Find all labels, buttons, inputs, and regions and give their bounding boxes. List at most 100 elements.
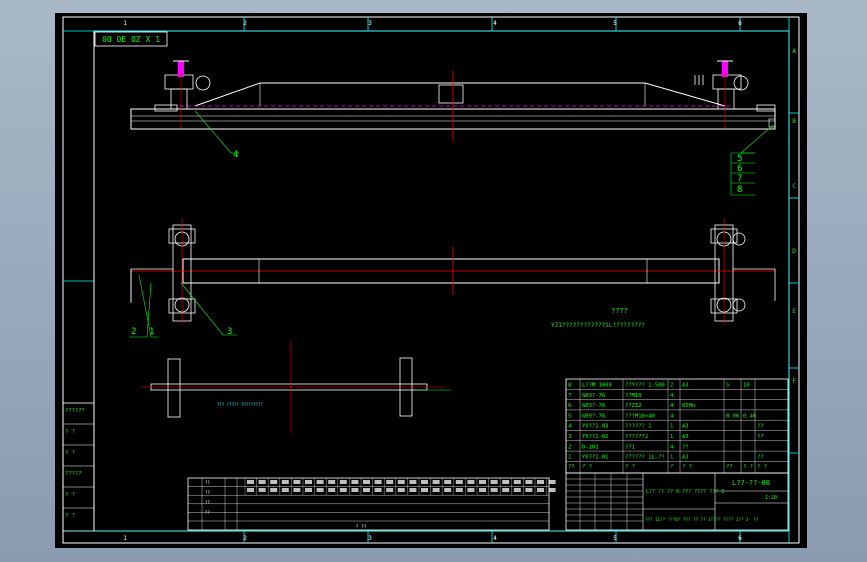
plan-view: [129, 219, 776, 338]
zone-top-5: 5: [613, 20, 617, 27]
drawing-number: L??-??-00: [732, 479, 770, 487]
bom-cell: 7: [568, 393, 571, 399]
bom-cell: ??: [757, 434, 764, 440]
bom-cell: Y0??2-01: [582, 455, 609, 461]
drawing-sheet: 1 2 3 4 5 6 1 2 3 4 5 6 A B C D E F 00 0E 0Z X 1 4 5 6 …: [55, 13, 807, 548]
bom-cell: 2: [670, 383, 673, 389]
balloon-7: 7: [737, 174, 742, 184]
balloon-2: 2: [131, 327, 136, 337]
bom-cell: 4: [568, 424, 572, 430]
balloon-1: 1: [149, 327, 154, 337]
rev-label: ??: [205, 480, 210, 485]
bom-cell: 3: [568, 434, 571, 440]
balloon-6: 6: [737, 164, 742, 174]
cad-drawing: 1 2 3 4 5 6 1 2 3 4 5 6 A B C D E F 00 0E 0Z X 1 4 5 6 …: [62, 16, 800, 544]
bom-cell: 1: [568, 455, 571, 461]
zone-top-6: 6: [738, 20, 742, 27]
zone-side-E: E: [792, 308, 796, 315]
zone-top-2: 2: [243, 20, 247, 27]
bom-cell: 2: [568, 444, 571, 450]
bom-cell: 0.46: [743, 413, 756, 419]
zone-side-A: A: [792, 48, 796, 55]
bom-cell: D-102: [582, 444, 599, 450]
bom-cell: 10: [743, 383, 750, 389]
bom-cell: 65Mn: [682, 403, 695, 409]
left-label: ? ?: [65, 513, 75, 519]
zone-side-C: C: [792, 183, 796, 190]
zone-side-B: B: [792, 118, 796, 125]
left-label: ?????: [65, 471, 82, 477]
zone-top-3: 3: [368, 20, 372, 27]
bom-cell: A3: [682, 424, 689, 430]
bom-cell: ??????2: [625, 434, 648, 440]
bom-cell: 5: [568, 413, 571, 419]
bom-cell: 5: [726, 383, 729, 389]
left-label: ? ?: [65, 492, 75, 498]
title-main: L?? ?? ?? 0 ??? ???? ??? 1: [646, 489, 724, 495]
zone-bottom-6: 6: [738, 535, 742, 542]
bom-cell: 8: [568, 383, 571, 389]
zone-bottom-4: 4: [493, 535, 497, 542]
bom-header: ? ?: [582, 464, 592, 470]
zone-side-F: F: [792, 378, 796, 385]
zone-bottom-5: 5: [613, 535, 617, 542]
zone-bottom-3: 3: [368, 535, 372, 542]
bom-cell: ??M10: [625, 393, 642, 399]
bom-cell: GB9?-76: [582, 403, 605, 409]
bom-header: ? ?: [757, 464, 767, 470]
left-label: ? ?: [65, 450, 75, 456]
left-label: ??????: [65, 408, 85, 414]
zone-top-1: 1: [123, 20, 127, 27]
shaft-detail: [141, 341, 451, 433]
left-label-column: ?????? ? ? ? ?????? ? ? ? ?: [62, 402, 95, 532]
stamp-text: 00 0E 0Z X 1: [102, 35, 160, 44]
rev-bottom: ? ??: [356, 524, 367, 530]
bom-cell: 1: [670, 434, 673, 440]
bom-cell: 4: [670, 403, 674, 409]
title-sub: ??? 1L?? ???0? ??? ?? ?? 1???? ???? 1?? …: [645, 517, 759, 522]
bom-header: ?: [670, 464, 673, 470]
bom-cell: ?????? 1: [625, 424, 652, 430]
rev-label: ??: [205, 500, 210, 505]
balloon-8: 8: [737, 185, 742, 195]
balloon-4: 4: [233, 150, 238, 160]
bom-cell: GB9?-76: [582, 393, 605, 399]
bom-cell: 4: [670, 413, 674, 419]
zone-bottom-2: 2: [243, 535, 247, 542]
bom-cell: Y0??2-02: [582, 434, 609, 440]
bom-cell: ??Y??? 1:500: [625, 383, 665, 389]
bom-cell: ??: [757, 455, 764, 461]
bom-cell: 6: [568, 403, 571, 409]
bom-cell: GB9?-76: [582, 413, 605, 419]
zone-side-D: D: [792, 248, 796, 255]
bom-cell: L??M 1000: [582, 383, 612, 389]
bom-cell: ??: [682, 444, 689, 450]
shaft-note: ??? ????? ?????????: [217, 402, 263, 407]
note-text: YJ1????????????1L?????????: [551, 322, 645, 329]
bom-cell: ??Z12: [625, 403, 642, 409]
bom-header: ??: [726, 464, 733, 470]
balloon-3: 3: [227, 327, 232, 337]
elevation-view: [130, 60, 776, 196]
rev-label: ??: [205, 510, 210, 515]
rev-label: ??: [205, 490, 210, 495]
bom-cell: 1: [670, 455, 673, 461]
bom-header: ? ?: [743, 464, 753, 470]
bom-cell: A3: [682, 455, 689, 461]
bom-header: ??: [568, 464, 575, 470]
bom-cell: Y0??2-03: [582, 424, 609, 430]
bom-cell: 1: [670, 424, 673, 430]
bom-cell: 4: [670, 444, 674, 450]
bom-table: 8 L??M 1000 ??Y??? 1:500 2 A3 5 10 7 GB9?-76 ??M1…: [565, 378, 789, 474]
bom-cell: ??: [757, 424, 764, 430]
left-label: ? ?: [65, 429, 75, 435]
zone-bottom-1: 1: [123, 535, 127, 542]
bom-header: ? ?: [625, 464, 635, 470]
bom-cell: 4: [670, 393, 674, 399]
bom-cell: 0.06: [726, 413, 739, 419]
note-code: ????: [611, 307, 628, 315]
revision-table: ???????? ? ??: [187, 477, 556, 531]
bom-cell: A3: [682, 434, 689, 440]
bom-cell: ???M10×40: [625, 413, 655, 419]
zone-top-4: 4: [493, 20, 497, 27]
